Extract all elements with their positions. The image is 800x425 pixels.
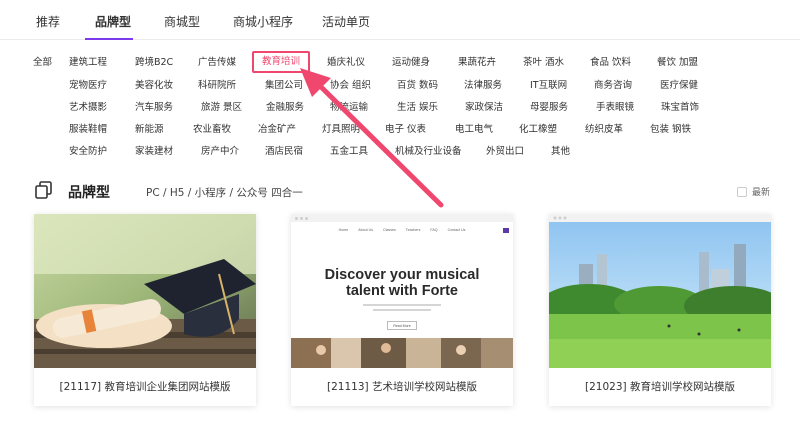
latest-checkbox[interactable] (736, 186, 747, 197)
category-item[interactable]: 农业畜牧 (193, 123, 231, 137)
category-item[interactable]: 物流运输 (330, 101, 368, 115)
tab-mall-miniprogram[interactable]: 商城小程序 (233, 13, 293, 30)
preview-nav-item: Classes (383, 228, 396, 232)
tab-recommend[interactable]: 推荐 (36, 13, 60, 30)
category-item[interactable]: 协会 组织 (330, 79, 371, 93)
category-item[interactable]: 酒店民宿 (265, 145, 303, 159)
category-item[interactable]: 家装建材 (135, 145, 173, 159)
category-item[interactable]: 新能源 (135, 123, 164, 137)
category-item[interactable]: 汽车服务 (135, 101, 173, 115)
preview-text-line (373, 309, 431, 311)
active-tab-underline (85, 38, 133, 40)
category-item[interactable]: 五金工具 (330, 145, 368, 159)
template-thumbnail[interactable] (549, 214, 771, 368)
category-item[interactable]: 集团公司 (265, 79, 303, 93)
category-item[interactable]: 电工电气 (455, 123, 493, 137)
category-item[interactable]: 冶金矿产 (258, 123, 296, 137)
category-item[interactable]: IT互联网 (530, 79, 567, 93)
top-nav: 推荐 品牌型 商城型 商城小程序 活动单页 (0, 0, 800, 40)
category-item[interactable]: 茶叶 酒水 (523, 56, 564, 70)
category-item[interactable]: 艺术摄影 (69, 101, 107, 115)
browser-chrome (291, 214, 513, 222)
category-item[interactable]: 广告传媒 (198, 56, 236, 70)
preview-nav-item: Contact Us (447, 228, 466, 232)
category-item[interactable]: 生活 娱乐 (397, 101, 438, 115)
preview-nav-item: FAQ (430, 228, 438, 232)
preview-nav-item: About Us (358, 228, 373, 232)
template-card[interactable]: Home About Us Classes Teachers FAQ Conta… (291, 214, 513, 406)
category-item[interactable]: 母婴服务 (530, 101, 568, 115)
preview-read-more-button: Read More (387, 321, 417, 330)
category-item[interactable]: 商务咨询 (594, 79, 632, 93)
template-thumbnail[interactable] (34, 214, 256, 368)
preview-nav-item: Teachers (405, 228, 421, 232)
latest-sort-toggle[interactable]: 最新 (736, 185, 770, 198)
category-item[interactable]: 医疗保健 (660, 79, 698, 93)
category-item[interactable]: 金融服务 (266, 101, 304, 115)
category-item[interactable]: 珠宝首饰 (661, 101, 699, 115)
category-item[interactable]: 房产中介 (201, 145, 239, 159)
category-item[interactable]: 机械及行业设备 (395, 145, 462, 159)
category-item[interactable]: 婚庆礼仪 (327, 56, 365, 70)
template-caption[interactable]: [21023] 教育培训学校网站模版 (549, 379, 771, 394)
category-item[interactable]: 家政保洁 (465, 101, 503, 115)
category-item[interactable]: 其他 (551, 145, 570, 159)
preview-nav-item: Home (338, 228, 349, 232)
preview-text-line (363, 304, 441, 306)
preview-menu-button (503, 228, 509, 233)
category-item[interactable]: 运动健身 (392, 56, 430, 70)
category-item[interactable]: 旅游 景区 (201, 101, 242, 115)
category-item[interactable]: 服装鞋帽 (69, 123, 107, 137)
category-item[interactable]: 灯具照明 (322, 123, 360, 137)
preview-photo-strip (291, 338, 513, 368)
category-item[interactable]: 电子 仪表 (385, 123, 426, 137)
section-title: 品牌型 (68, 185, 110, 201)
preview-headline-line2: talent with Forte (346, 283, 458, 299)
tab-mall[interactable]: 商城型 (164, 13, 200, 30)
category-item[interactable]: 果蔬花卉 (458, 56, 496, 70)
category-item[interactable]: 跨境B2C (135, 56, 173, 70)
category-item[interactable]: 法律服务 (464, 79, 502, 93)
tab-event-page[interactable]: 活动单页 (322, 13, 370, 30)
category-item[interactable]: 外贸出口 (486, 145, 524, 159)
category-item[interactable]: 建筑工程 (69, 56, 107, 70)
template-card[interactable]: [21023] 教育培训学校网站模版 (549, 214, 771, 406)
template-card[interactable]: [21117] 教育培训企业集团网站模版 (34, 214, 256, 406)
template-thumbnail[interactable]: Home About Us Classes Teachers FAQ Conta… (291, 214, 513, 368)
tab-brand[interactable]: 品牌型 (95, 13, 131, 30)
category-item[interactable]: 全部 (33, 56, 52, 70)
category-item[interactable]: 宠物医疗 (69, 79, 107, 93)
category-item[interactable]: 科研院所 (198, 79, 236, 93)
category-item[interactable]: 纺织皮革 (585, 123, 623, 137)
category-item-highlighted[interactable]: 教育培训 (252, 51, 311, 73)
category-item[interactable]: 化工橡塑 (519, 123, 557, 137)
copy-icon (35, 181, 52, 199)
category-item[interactable]: 美容化妆 (135, 79, 173, 93)
template-caption[interactable]: [21117] 教育培训企业集团网站模版 (34, 379, 256, 394)
category-item[interactable]: 手表眼镜 (596, 101, 634, 115)
section-subtitle: PC / H5 / 小程序 / 公众号 四合一 (146, 187, 303, 199)
category-item[interactable]: 安全防护 (69, 145, 107, 159)
template-caption[interactable]: [21113] 艺术培训学校网站模版 (291, 379, 513, 394)
category-item[interactable]: 餐饮 加盟 (657, 56, 698, 70)
preview-headline-line1: Discover your musical (324, 267, 480, 283)
latest-label: 最新 (751, 188, 770, 198)
category-item[interactable]: 包装 钢铁 (650, 123, 691, 137)
category-item[interactable]: 百货 数码 (397, 79, 438, 93)
category-item[interactable]: 食品 饮料 (590, 56, 631, 70)
